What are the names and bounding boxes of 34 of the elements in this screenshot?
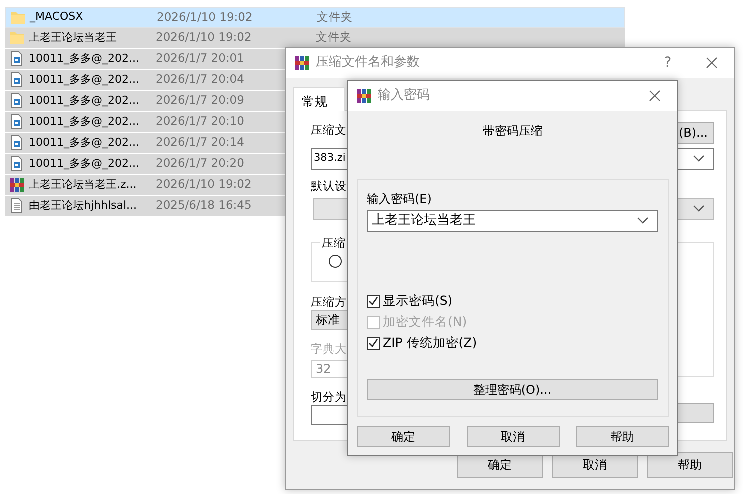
- file-date: 2026/1/7 20:09: [156, 92, 246, 110]
- file-date: 2026/1/10 19:02: [156, 29, 253, 46]
- file-name: 10011_多多@_202...: [29, 114, 140, 130]
- field-label: 字典大: [311, 341, 347, 357]
- file-name: 10011_多多@_202...: [29, 156, 140, 172]
- field-label: 输入密码(E): [367, 191, 433, 207]
- file-date: 2026/1/7 20:01: [156, 50, 246, 68]
- dialog-heading: 带密码压缩: [483, 123, 543, 139]
- file-date: 2026/1/10 19:02: [156, 176, 253, 194]
- file-date: 2026/1/7 20:10: [156, 113, 246, 130]
- file-date: 2026/1/10 19:02: [157, 8, 254, 26]
- file-type: 文件夹: [316, 29, 352, 46]
- file-date: 2026/1/7 20:14: [156, 134, 246, 152]
- field-label: 默认设: [311, 178, 348, 194]
- file-date: 2025/6/18 16:45: [156, 197, 253, 214]
- file-name: 10011_多多@_202...: [29, 134, 140, 151]
- checkbox-label: 加密文件名(N): [383, 313, 468, 332]
- file-name: 由老王论坛hjhhlsal...: [29, 198, 138, 214]
- checkbox-label: ZIP 传统加密(Z): [383, 334, 478, 352]
- window-title: 输入密码: [378, 87, 430, 106]
- field-label: 压缩文: [311, 122, 347, 138]
- file-name: 上老王论坛当老王: [29, 30, 118, 46]
- file-type: 文件夹: [317, 8, 353, 26]
- file-name: 10011_多多@_202...: [29, 72, 140, 88]
- file-name: 10011_多多@_202...: [29, 92, 140, 109]
- file-name: 上老王论坛当老王.z...: [29, 176, 138, 193]
- field-label: 切分为: [311, 389, 347, 405]
- file-date: 2026/1/7 20:04: [156, 71, 246, 88]
- file-date: 2026/1/7 20:20: [156, 155, 246, 172]
- field-label: 压缩方: [311, 294, 347, 310]
- file-name: 10011_多多@_202...: [29, 50, 140, 67]
- window-title: 压缩文件名和参数: [316, 54, 420, 72]
- file-name: _MACOSX: [30, 9, 84, 26]
- checkbox-label: 显示密码(S): [383, 292, 453, 310]
